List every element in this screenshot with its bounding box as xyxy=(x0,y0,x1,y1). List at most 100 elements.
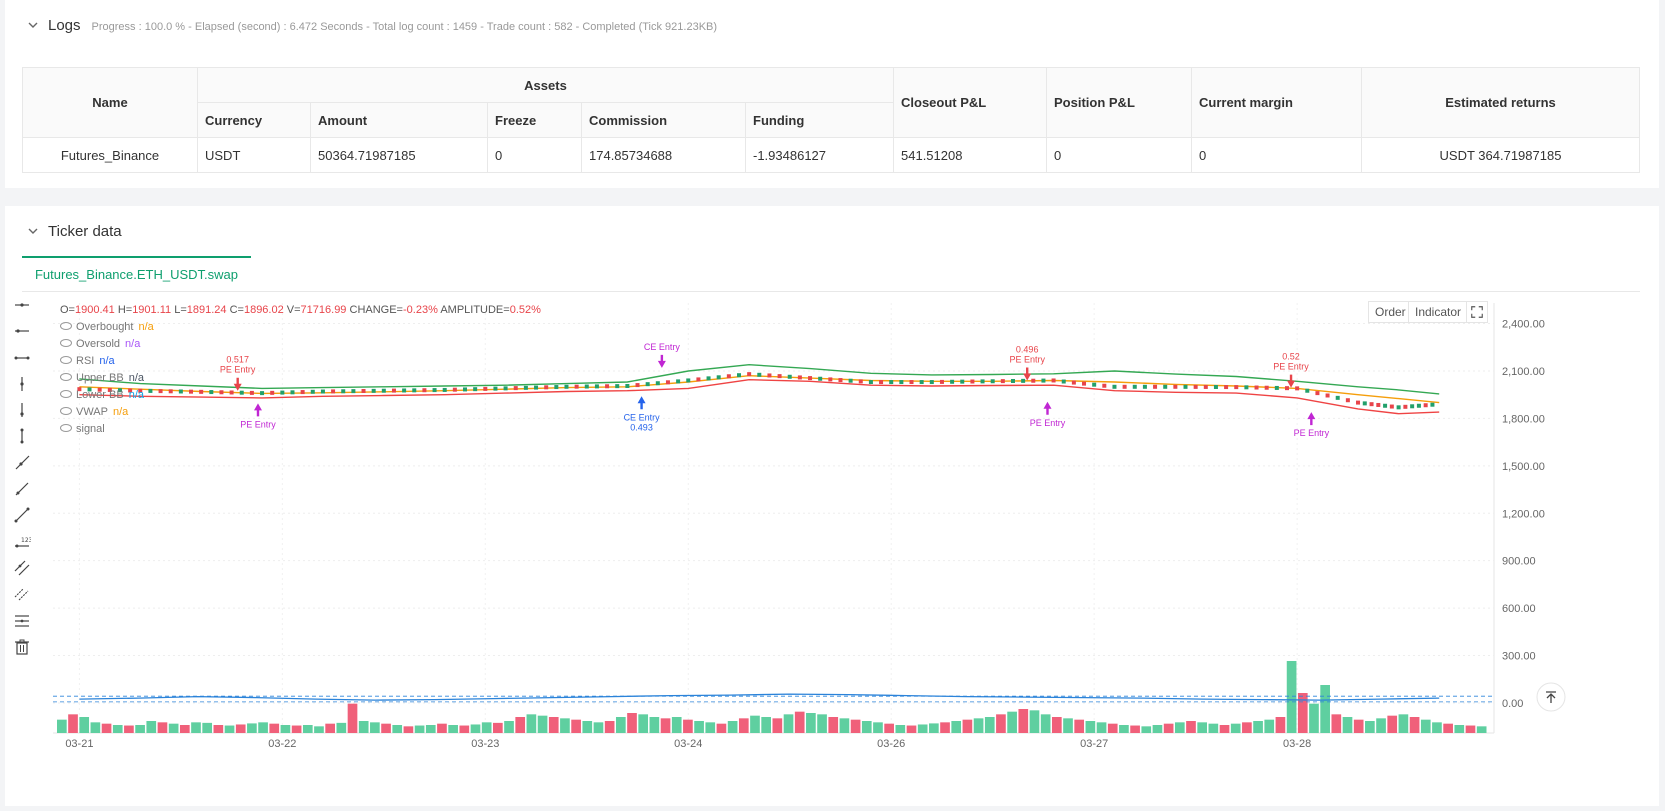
volume-bar xyxy=(1219,725,1230,733)
candle xyxy=(818,376,823,381)
ticker-header[interactable]: Ticker data xyxy=(27,223,122,240)
candle xyxy=(645,382,650,387)
eye-icon[interactable] xyxy=(60,322,72,330)
candle xyxy=(1335,395,1340,400)
candle xyxy=(1234,385,1239,390)
candle xyxy=(178,389,183,394)
candle xyxy=(260,391,265,396)
candle xyxy=(615,384,620,389)
candle xyxy=(889,380,894,385)
candle xyxy=(1132,384,1137,389)
volume-bar xyxy=(1398,714,1409,733)
ohlc-readout: O=1900.41 H=1901.11 L=1891.24 C=1896.02 … xyxy=(60,304,541,316)
logs-header[interactable]: Logs Progress : 100.0 % - Elapsed (secon… xyxy=(27,17,717,34)
candle xyxy=(290,390,295,395)
volume-bar xyxy=(1432,722,1442,733)
candle xyxy=(422,388,427,393)
legend-lower-bb[interactable]: Lower BB n/a xyxy=(60,389,144,401)
chevron-down-icon[interactable] xyxy=(27,225,39,237)
order-button[interactable]: Order xyxy=(1368,301,1413,323)
candle xyxy=(280,390,285,395)
eye-icon[interactable] xyxy=(60,407,72,415)
eye-icon[interactable] xyxy=(60,373,72,381)
col-position: Position P&L xyxy=(1046,67,1192,138)
volume-bar xyxy=(515,717,526,733)
candle xyxy=(331,389,336,394)
candle xyxy=(980,379,985,384)
legend-overbought[interactable]: Overbought n/a xyxy=(60,321,154,333)
volume-bar xyxy=(392,725,403,733)
legend-label: Overbought xyxy=(76,321,134,333)
candle xyxy=(158,389,163,394)
candle xyxy=(513,386,518,391)
legend-rsi[interactable]: RSI n/a xyxy=(60,355,115,367)
y-axis: 2,400.00 2,100.00 1,800.00 1,500.00 1,200.00… xyxy=(1502,319,1545,710)
legend-upper-bb[interactable]: Upper BB n/a xyxy=(60,372,144,384)
candle xyxy=(787,374,792,379)
price-chart[interactable]: PE Entry0.517PE EntryCE EntryCE Entry0.4… xyxy=(22,303,1640,748)
y-tick-label: 1,500.00 xyxy=(1502,461,1545,473)
ohlc-volume-label: V= xyxy=(286,304,301,316)
candles xyxy=(77,372,1435,410)
candle xyxy=(1244,385,1249,390)
y-tick-label: 900.00 xyxy=(1502,556,1536,568)
candle xyxy=(1031,378,1036,383)
volume-bar xyxy=(1275,717,1286,733)
candle xyxy=(442,387,447,392)
volume-bar xyxy=(1320,685,1330,733)
candle xyxy=(1356,400,1361,405)
signal-arrow-up xyxy=(253,403,262,417)
candle xyxy=(970,379,975,384)
scroll-to-latest-icon[interactable] xyxy=(1536,682,1566,712)
cell-currency: USDT xyxy=(197,137,311,173)
y-tick-label: 1,200.00 xyxy=(1502,508,1545,520)
x-axis: 03-21 03-22 03-23 03-24 03-26 03-27 03-28 xyxy=(65,738,1311,748)
ohlc-high: 1901.11 xyxy=(132,304,172,316)
signal-value: 0.493 xyxy=(630,422,653,432)
tab-eth-usdt-swap[interactable]: Futures_Binance.ETH_USDT.swap xyxy=(22,256,251,292)
eye-icon[interactable] xyxy=(60,339,72,347)
fullscreen-icon[interactable] xyxy=(1466,301,1488,323)
legend-oversold[interactable]: Oversold n/a xyxy=(60,338,140,350)
legend-signal[interactable]: signal xyxy=(60,423,105,435)
signal-value: 0.517 xyxy=(226,355,249,365)
chevron-down-icon[interactable] xyxy=(27,19,39,31)
eye-icon[interactable] xyxy=(60,424,72,432)
signal-marker: PE Entry xyxy=(1030,401,1066,428)
cell-closeout: 541.51208 xyxy=(893,137,1047,173)
volume-bar xyxy=(1230,723,1241,733)
candle xyxy=(757,372,762,377)
candle xyxy=(320,389,325,394)
candle xyxy=(300,390,305,395)
volume-bar xyxy=(772,718,783,733)
legend-vwap[interactable]: VWAP n/a xyxy=(60,406,128,418)
volume-bar xyxy=(1331,714,1342,733)
signal-arrow-up xyxy=(637,396,646,410)
volume-bar xyxy=(906,725,917,733)
candle xyxy=(655,381,660,386)
candle xyxy=(858,379,863,384)
volume-bar xyxy=(79,717,90,733)
eye-icon[interactable] xyxy=(60,356,72,364)
legend-label: Upper BB xyxy=(76,372,124,384)
volume-bar xyxy=(1141,726,1152,733)
candle xyxy=(1000,379,1005,384)
col-currency: Currency xyxy=(197,102,311,138)
candle xyxy=(1092,382,1097,387)
volume-bar xyxy=(336,722,347,733)
candle xyxy=(1224,385,1229,390)
col-amount: Amount xyxy=(310,102,488,138)
volume-bar xyxy=(1376,718,1386,733)
indicator-button[interactable]: Indicator xyxy=(1408,301,1469,323)
signal-label: CE Entry xyxy=(624,412,661,422)
col-freeze: Freeze xyxy=(487,102,582,138)
legend-value: n/a xyxy=(125,338,141,350)
eye-icon[interactable] xyxy=(60,390,72,398)
candle xyxy=(1112,384,1117,389)
candle xyxy=(1041,378,1046,383)
volume-bar xyxy=(750,715,760,733)
volume-bar xyxy=(705,722,716,733)
volume-bar xyxy=(1443,723,1453,733)
volume-bar xyxy=(1420,719,1431,733)
volume-bar xyxy=(168,723,179,733)
